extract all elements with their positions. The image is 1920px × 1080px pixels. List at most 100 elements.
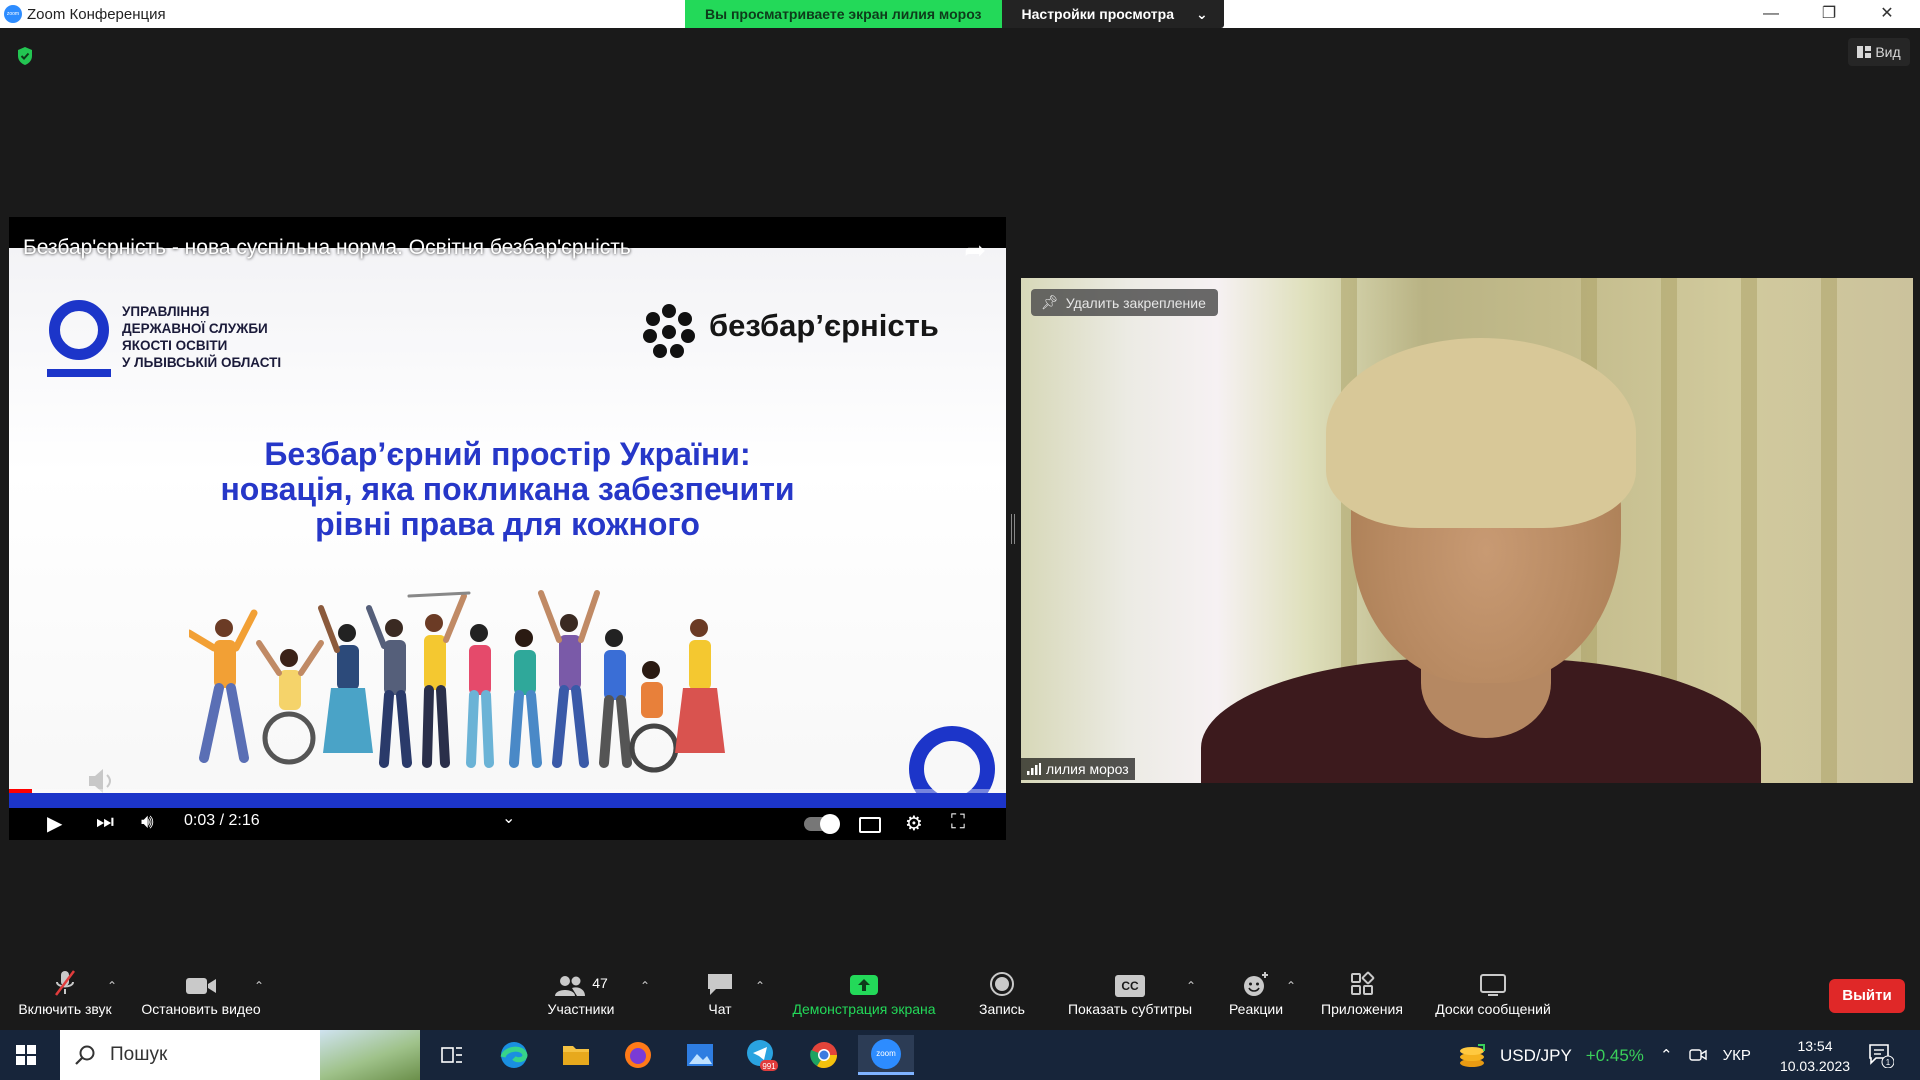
org-logo-icon: [49, 300, 109, 360]
share-screen-button[interactable]: Демонстрация экрана: [780, 965, 948, 1030]
clock-time: 13:54: [1797, 1038, 1833, 1054]
zoom-logo: zoom: [871, 1038, 901, 1069]
chrome-icon[interactable]: [796, 1035, 852, 1075]
participant-name: лилия мороз: [1046, 761, 1129, 777]
autoplay-knob: [820, 814, 840, 834]
participants-caret-icon[interactable]: ⌃: [640, 979, 650, 993]
record-button[interactable]: Запись: [970, 965, 1034, 1030]
org-line: У ЛЬВІВСЬКІЙ ОБЛАСТІ: [122, 355, 282, 370]
photos-icon[interactable]: [672, 1035, 728, 1075]
curtain-stripe: [1821, 278, 1837, 783]
file-explorer-icon[interactable]: [548, 1035, 604, 1075]
participants-label: Участники: [547, 1001, 615, 1017]
view-options-dropdown[interactable]: Настройки просмотра ⌄: [1001, 0, 1224, 28]
participants-button[interactable]: 47 Участники: [538, 965, 624, 1030]
brand-flower-icon: [643, 304, 695, 358]
captions-caret-icon[interactable]: ⌃: [1186, 979, 1196, 993]
view-button-label: Вид: [1875, 44, 1901, 60]
unmute-label: Включить звук: [18, 1001, 112, 1017]
whiteboards-label: Доски сообщений: [1435, 1001, 1551, 1017]
volume-icon[interactable]: 🔊︎: [141, 811, 154, 834]
view-button[interactable]: Вид: [1848, 38, 1910, 66]
currency-widget[interactable]: USD/JPY +0.45%: [1458, 1043, 1644, 1069]
taskbar-search-box[interactable]: Пошук: [60, 1030, 420, 1080]
org-name: УПРАВЛІННЯ ДЕРЖАВНОЇ СЛУЖБИ ЯКОСТІ ОСВІТ…: [122, 303, 352, 371]
chevron-up-icon[interactable]: ⌃: [1660, 1046, 1673, 1064]
reactions-icon: [1244, 972, 1268, 996]
unpin-label: Удалить закрепление: [1065, 294, 1206, 311]
meeting-toolbar: Включить звук ⌃ Остановить видео ⌃ 47 Уч…: [0, 965, 1920, 1030]
window-title: Zoom Конференция: [27, 6, 166, 23]
chat-label: Чат: [708, 1001, 732, 1017]
chat-button[interactable]: Чат: [690, 965, 750, 1030]
autoplay-toggle[interactable]: [804, 814, 840, 834]
signal-strength-icon: [1027, 763, 1041, 775]
view-options-label: Настройки просмотра: [1021, 6, 1174, 22]
chat-caret-icon[interactable]: ⌃: [755, 979, 765, 993]
participant-video-tile[interactable]: 📌︎ Удалить закрепление лилия мороз: [1021, 278, 1913, 783]
window-title-bar: zoom Zoom Конференция Вы просматриваете …: [0, 0, 1920, 28]
video-camera-icon: [186, 978, 216, 994]
search-placeholder: Пошук: [110, 1044, 168, 1065]
subtitles-icon[interactable]: [859, 817, 881, 833]
brand-label: безбар’єрність: [709, 308, 939, 343]
chat-icon: [708, 974, 732, 995]
whiteboards-button[interactable]: Доски сообщений: [1424, 965, 1562, 1030]
shared-screen[interactable]: УПРАВЛІННЯ ДЕРЖАВНОЇ СЛУЖБИ ЯКОСТІ ОСВІТ…: [9, 217, 1006, 840]
windows-start-icon[interactable]: [16, 1045, 36, 1065]
settings-gear-icon[interactable]: ⚙: [905, 811, 923, 836]
taskbar-clock[interactable]: 13:54 10.03.2023: [1770, 1036, 1860, 1076]
reactions-caret-icon[interactable]: ⌃: [1286, 979, 1296, 993]
close-button[interactable]: ✕: [1858, 0, 1916, 28]
minimize-button[interactable]: —: [1742, 0, 1800, 28]
unmute-button[interactable]: Включить звук: [10, 965, 120, 1030]
telegram-badge: 991: [762, 1062, 776, 1071]
video-title[interactable]: Безбар'єрність - нова суспільна норма. О…: [23, 236, 631, 260]
edge-browser-icon[interactable]: [486, 1035, 542, 1075]
record-icon: [990, 972, 1014, 996]
stop-video-button[interactable]: Остановить видео: [136, 965, 266, 1030]
reactions-button[interactable]: Реакции: [1220, 965, 1292, 1030]
share-arrow-icon[interactable]: ➦: [964, 235, 986, 266]
headline-line: рівні права для кожного: [315, 506, 700, 542]
headline-line: Безбар’єрний простір України:: [264, 436, 751, 472]
exit-fullscreen-icon[interactable]: ⛶: [951, 811, 965, 834]
play-icon[interactable]: ▶: [47, 811, 62, 836]
chevron-down-icon[interactable]: ⌄: [502, 808, 515, 828]
muted-mic-icon: [55, 970, 75, 996]
captions-button[interactable]: CC Показать субтитры: [1060, 965, 1200, 1030]
video-options-caret-icon[interactable]: ⌃: [254, 979, 264, 993]
chevron-down-icon: ⌄: [1196, 6, 1208, 22]
firefox-icon[interactable]: [610, 1035, 666, 1075]
keyboard-language[interactable]: УКР: [1723, 1047, 1751, 1064]
participants-icon: [555, 976, 586, 996]
audio-options-caret-icon[interactable]: ⌃: [107, 979, 117, 993]
meet-now-icon[interactable]: [1688, 1047, 1707, 1063]
video-frame: УПРАВЛІННЯ ДЕРЖАВНОЇ СЛУЖБИ ЯКОСТІ ОСВІТ…: [9, 248, 1006, 812]
currency-stack-icon: [1460, 1044, 1485, 1067]
splitter-handle[interactable]: [1011, 514, 1015, 544]
encryption-shield-icon[interactable]: [16, 46, 34, 66]
grid-view-icon: [1857, 46, 1872, 58]
zoom-app-icon: zoom: [4, 5, 22, 23]
video-time: 0:03 / 2:16: [184, 812, 260, 829]
windows-taskbar: Пошук 991 zoom USD/JPY +0.45% ⌃ УКР 13:5…: [0, 1030, 1920, 1080]
search-highlight-image: [320, 1030, 420, 1080]
search-icon: [75, 1045, 95, 1065]
zoom-taskbar-icon[interactable]: zoom: [858, 1035, 914, 1075]
task-view-icon[interactable]: [424, 1035, 480, 1075]
notification-count: 1: [1886, 1058, 1891, 1067]
unpin-button[interactable]: 📌︎ Удалить закрепление: [1031, 289, 1218, 316]
leave-meeting-button[interactable]: Выйти: [1829, 979, 1905, 1013]
headline-line: новація, яка покликана забезпечити: [220, 471, 795, 507]
telegram-icon[interactable]: 991: [734, 1035, 790, 1075]
apps-icon: [1351, 971, 1375, 995]
apps-button[interactable]: Приложения: [1312, 965, 1412, 1030]
share-banner: Вы просматриваете экран лилия мороз Наст…: [685, 0, 1224, 28]
restore-button[interactable]: ❐: [1800, 0, 1858, 28]
closed-captions-icon: CC: [1115, 975, 1145, 997]
next-icon[interactable]: ⏭: [96, 811, 114, 834]
ticker-change: +0.45%: [1585, 1046, 1644, 1065]
video-bottom-strip: [9, 793, 1006, 808]
notification-center-button[interactable]: 1: [1868, 1042, 1895, 1073]
